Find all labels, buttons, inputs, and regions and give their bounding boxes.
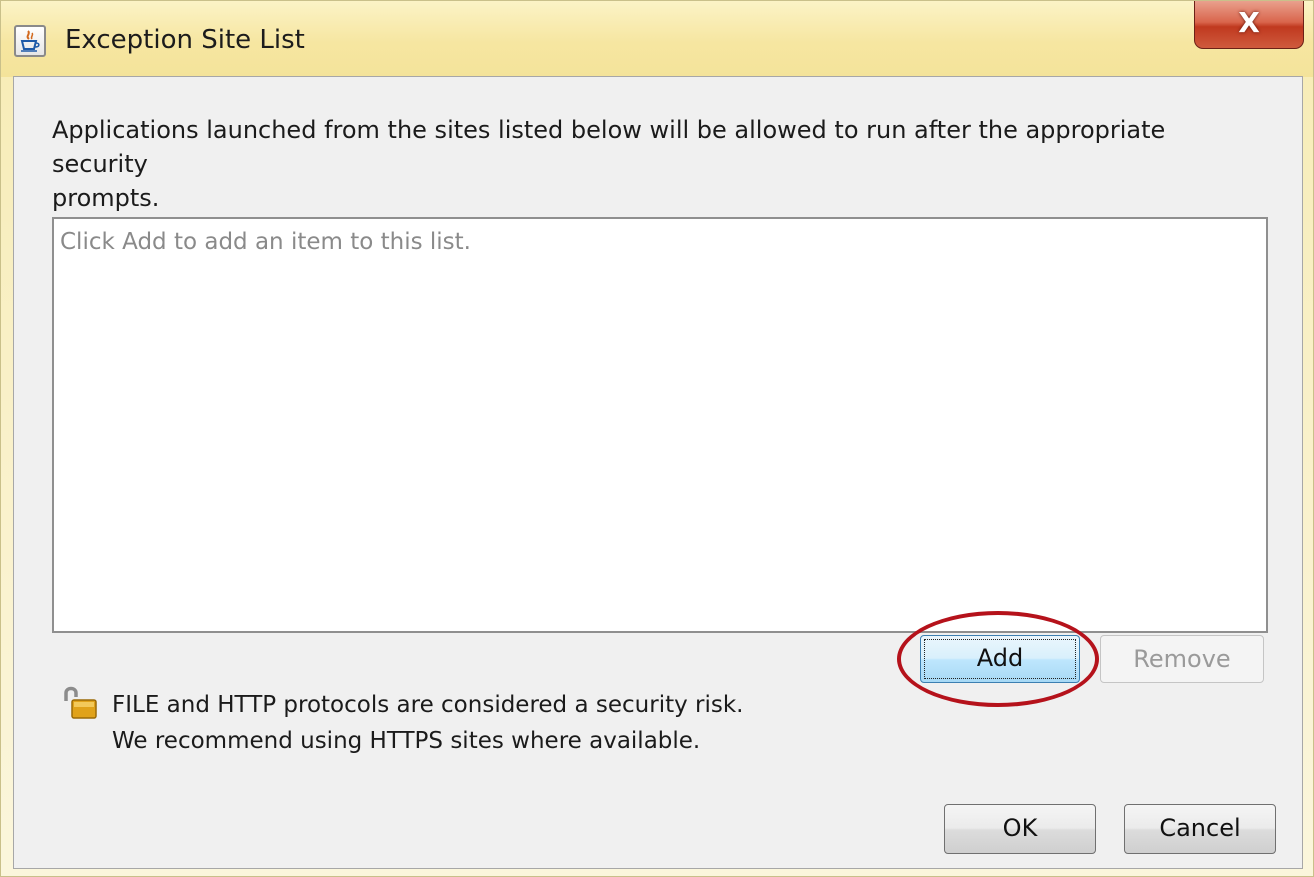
- remove-button-label: Remove: [1133, 645, 1231, 673]
- security-warning-line-1: FILE and HTTP protocols are considered a…: [112, 692, 744, 718]
- unlocked-padlock-icon: [60, 683, 100, 723]
- security-warning-text: FILE and HTTP protocols are considered a…: [112, 687, 743, 759]
- close-button[interactable]: X: [1194, 1, 1304, 49]
- title-bar[interactable]: Exception Site List X: [1, 1, 1313, 77]
- cancel-button-label: Cancel: [1159, 814, 1241, 842]
- cancel-button[interactable]: Cancel: [1124, 804, 1276, 854]
- site-list-placeholder: Click Add to add an item to this list.: [60, 229, 471, 255]
- add-button-highlight-ring: [897, 611, 1099, 707]
- security-warning-line-2: We recommend using HTTPS sites where ava…: [112, 728, 701, 754]
- exception-site-list-dialog: Exception Site List X Applications launc…: [0, 0, 1314, 877]
- site-list[interactable]: Click Add to add an item to this list.: [52, 217, 1268, 633]
- close-icon: X: [1238, 6, 1260, 39]
- remove-button[interactable]: Remove: [1100, 635, 1264, 683]
- ok-button[interactable]: OK: [944, 804, 1096, 854]
- ok-button-label: OK: [1002, 814, 1038, 842]
- window-title: Exception Site List: [65, 25, 305, 55]
- java-icon: [14, 25, 46, 57]
- dialog-content: Applications launched from the sites lis…: [13, 76, 1303, 869]
- description-line-2: prompts.: [52, 184, 160, 212]
- description-text: Applications launched from the sites lis…: [52, 113, 1252, 215]
- description-line-1: Applications launched from the sites lis…: [52, 116, 1166, 178]
